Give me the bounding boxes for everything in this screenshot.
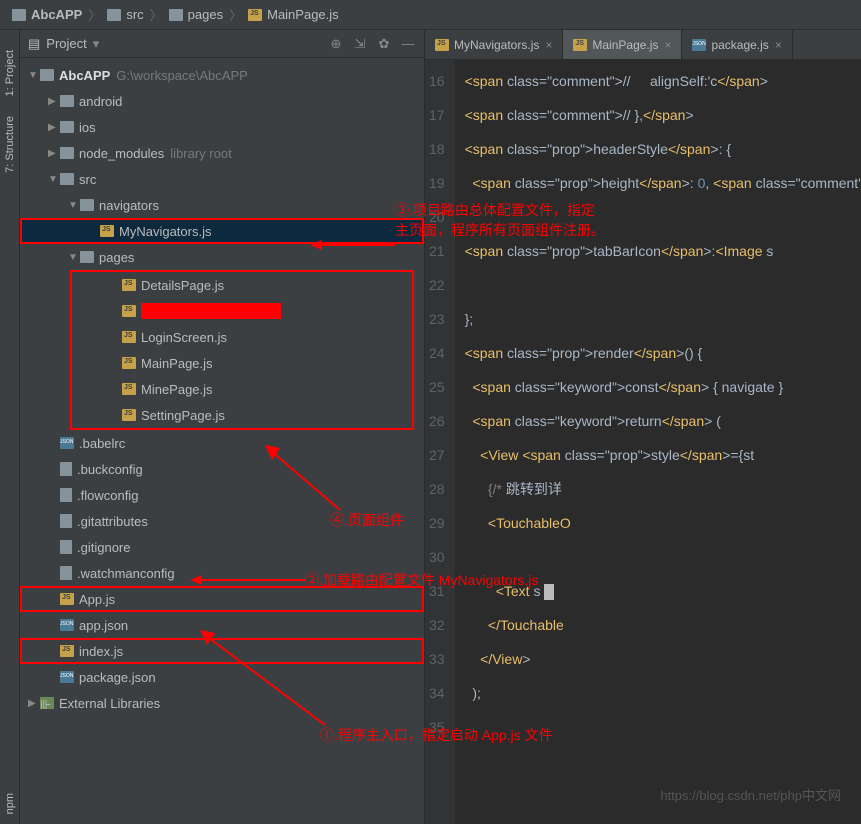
rail-project[interactable]: 1: Project (4, 40, 16, 106)
breadcrumb-label: pages (188, 7, 223, 22)
close-icon[interactable]: × (775, 38, 782, 52)
tree-item[interactable]: .babelrc (20, 430, 424, 456)
project-tree[interactable]: ▼AbcAPPG:\workspace\AbcAPP▶android▶ios▶n… (20, 58, 424, 824)
folder-icon (12, 9, 26, 21)
tree-item[interactable]: .flowconfig (20, 482, 424, 508)
tree-item[interactable]: app.json (20, 612, 424, 638)
tree-item[interactable]: .buckconfig (20, 456, 424, 482)
tree-item[interactable]: .watchmanconfig (20, 560, 424, 586)
tree-item[interactable]: package.json (20, 664, 424, 690)
gutter: 1617181920212223242526272829303132333435 (425, 60, 455, 824)
tree-item[interactable]: ▶android (20, 88, 424, 114)
tree-item[interactable]: .gitattributes (20, 508, 424, 534)
tree-item[interactable]: .gitignore (20, 534, 424, 560)
rail-structure[interactable]: 7: Structure (4, 106, 16, 183)
editor-tab[interactable]: MyNavigators.js× (425, 30, 563, 59)
breadcrumb-project[interactable]: AbcAPP (8, 7, 86, 22)
editor-tabs: MyNavigators.js×MainPage.js×package.js× (425, 30, 861, 60)
close-icon[interactable]: × (664, 38, 671, 52)
target-icon[interactable]: ⊕ (328, 36, 344, 52)
tool-window-rail: 1: Project 7: Structure npm (0, 30, 20, 824)
hide-icon[interactable]: — (400, 36, 416, 52)
tree-item[interactable]: ▼src (20, 166, 424, 192)
tree-item[interactable]: LoginScreen.js (72, 324, 412, 350)
breadcrumb-src[interactable]: src (103, 7, 147, 22)
chevron-right-icon: 〉 (150, 5, 163, 24)
panel-title[interactable]: ▤ Project ▾ (28, 36, 328, 52)
code-area[interactable]: 1617181920212223242526272829303132333435… (425, 60, 861, 824)
breadcrumb-label: MainPage.js (267, 7, 339, 22)
tree-item[interactable]: ▶⊪External Libraries (20, 690, 424, 716)
close-icon[interactable]: × (545, 38, 552, 52)
project-panel: ▤ Project ▾ ⊕ ⇲ ✿ — ▼AbcAPPG:\workspace\… (20, 30, 425, 824)
editor-tab[interactable]: package.js× (682, 30, 792, 59)
chevron-right-icon: 〉 (229, 5, 242, 24)
folder-icon (107, 9, 121, 21)
watermark: https://blog.csdn.net/php中文网 (660, 785, 841, 804)
editor-tab[interactable]: MainPage.js× (563, 30, 682, 59)
breadcrumb-label: src (126, 7, 143, 22)
panel-header: ▤ Project ▾ ⊕ ⇲ ✿ — (20, 30, 424, 58)
tree-item[interactable] (72, 298, 412, 324)
json-icon (692, 39, 706, 51)
breadcrumb: AbcAPP 〉 src 〉 pages 〉 MainPage.js (0, 0, 861, 30)
js-icon (248, 9, 262, 21)
folder-icon (169, 9, 183, 21)
rail-npm[interactable]: npm (4, 783, 16, 824)
tree-item[interactable]: SettingPage.js (72, 402, 412, 428)
tree-item[interactable]: ▼pages (20, 244, 424, 270)
tree-item[interactable]: ▶node_moduleslibrary root (20, 140, 424, 166)
breadcrumb-pages[interactable]: pages (165, 7, 227, 22)
breadcrumb-file[interactable]: MainPage.js (244, 7, 343, 22)
editor: MyNavigators.js×MainPage.js×package.js× … (425, 30, 861, 824)
breadcrumb-label: AbcAPP (31, 7, 82, 22)
gear-icon[interactable]: ✿ (376, 36, 392, 52)
tree-item[interactable]: ▼navigators (20, 192, 424, 218)
tree-item[interactable]: App.js (20, 586, 424, 612)
chevron-right-icon: 〉 (88, 5, 101, 24)
js-icon (435, 39, 449, 51)
tree-root[interactable]: ▼AbcAPPG:\workspace\AbcAPP (20, 62, 424, 88)
tree-item[interactable]: index.js (20, 638, 424, 664)
tree-item[interactable]: MinePage.js (72, 376, 412, 402)
tree-item[interactable]: ▶ios (20, 114, 424, 140)
tree-item[interactable]: MyNavigators.js (20, 218, 424, 244)
tree-item[interactable]: MainPage.js (72, 350, 412, 376)
tree-item[interactable]: DetailsPage.js (72, 272, 412, 298)
code-content[interactable]: <span class="comment">// alignSelf:'c</s… (455, 60, 861, 824)
collapse-icon[interactable]: ⇲ (352, 36, 368, 52)
js-icon (573, 39, 587, 51)
